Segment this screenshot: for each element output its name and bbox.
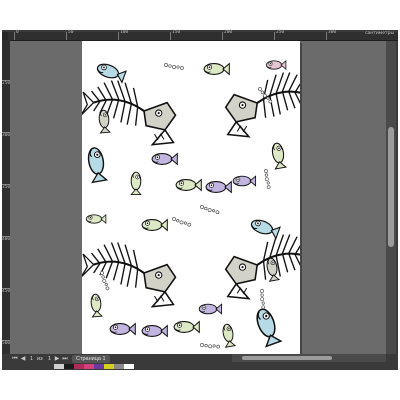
horizontal-scrollbar[interactable] — [232, 354, 386, 362]
ruler-unit-label: сантиметры — [365, 31, 394, 36]
color-swatch[interactable] — [114, 364, 124, 369]
current-page-number: 1 — [30, 356, 34, 362]
ruler-tick — [66, 32, 67, 40]
color-swatch[interactable] — [64, 364, 74, 369]
ruler-number: 450 — [2, 289, 11, 294]
ruler-tick — [222, 32, 223, 40]
grey-fish[interactable] — [97, 109, 111, 134]
ruler-number: 50 — [68, 30, 74, 35]
bubble-chain — [171, 216, 192, 227]
vertical-scrollbar[interactable] — [386, 41, 396, 354]
color-swatch[interactable] — [84, 364, 94, 369]
green-fish[interactable] — [89, 293, 103, 318]
green-fish[interactable] — [221, 323, 236, 348]
color-swatch[interactable] — [74, 364, 84, 369]
green-fish[interactable] — [130, 171, 142, 196]
bubble-chain — [256, 288, 269, 310]
ruler-number: 200 — [224, 30, 233, 35]
ruler-number: 300 — [328, 30, 337, 35]
purple-fish[interactable] — [232, 175, 257, 187]
skeleton-fish[interactable] — [224, 233, 300, 300]
ruler-tick — [170, 32, 171, 40]
bubble-chain — [199, 204, 220, 215]
green-fish[interactable] — [85, 214, 107, 224]
page-tab[interactable]: Страница 1 — [72, 355, 110, 363]
green-fish[interactable] — [175, 179, 202, 191]
ruler-number: 100 — [120, 30, 129, 35]
horizontal-scroll-thumb[interactable] — [242, 356, 332, 360]
page-navigator-bar: ⏮ ◀ 1 из 1 ▶ ⏭ Страница 1 — [2, 354, 232, 364]
ruler-tick — [326, 32, 327, 40]
purple-fish[interactable] — [151, 153, 178, 165]
blue-fish[interactable] — [95, 60, 127, 84]
previous-page-icon[interactable]: ◀ — [20, 355, 26, 363]
bubble-chain — [199, 341, 221, 350]
ruler-number: 150 — [172, 30, 181, 35]
vertical-scroll-thumb[interactable] — [388, 127, 394, 247]
ruler-tick — [118, 32, 119, 40]
pink-fish[interactable] — [265, 60, 287, 70]
next-page-icon[interactable]: ▶ — [54, 355, 60, 363]
bubble-chain — [260, 168, 274, 190]
color-swatch[interactable] — [94, 364, 104, 369]
ruler-number: 400 — [2, 237, 11, 242]
page-of-label: из — [37, 356, 43, 362]
blue-fish[interactable] — [85, 146, 108, 184]
green-fish[interactable] — [173, 321, 200, 333]
skeleton-fish-artwork[interactable] — [82, 41, 300, 354]
ruler-number: 250 — [2, 81, 11, 86]
ruler-number: 500 — [2, 341, 11, 346]
total-pages-number: 1 — [48, 356, 52, 362]
purple-fish[interactable] — [198, 303, 223, 315]
purple-fish[interactable] — [205, 181, 232, 193]
ruler-number: 250 — [276, 30, 285, 35]
color-swatch[interactable] — [54, 364, 64, 369]
color-swatch[interactable] — [104, 364, 114, 369]
green-fish[interactable] — [141, 219, 168, 231]
ruler-tick — [274, 32, 275, 40]
bubble-chain — [96, 270, 113, 291]
color-swatch[interactable] — [124, 364, 134, 369]
ruler-number: 0 — [16, 30, 19, 35]
skeleton-fish[interactable] — [82, 79, 177, 146]
purple-fish[interactable] — [109, 323, 136, 335]
last-page-icon[interactable]: ⏭ — [62, 355, 68, 363]
ruler-number: 300 — [2, 133, 11, 138]
document-page[interactable] — [82, 41, 300, 354]
blue-fish[interactable] — [252, 306, 282, 348]
skeleton-fish[interactable] — [224, 71, 300, 138]
green-fish[interactable] — [203, 63, 230, 75]
document-canvas[interactable] — [10, 41, 386, 354]
ruler-tick — [14, 32, 15, 40]
purple-fish[interactable] — [141, 325, 168, 337]
graphics-editor-window: 0 50 100 150 200 250 300 сантиметры 250 … — [0, 0, 400, 400]
bubble-chain — [164, 63, 184, 70]
green-fish[interactable] — [270, 141, 287, 170]
blue-fish[interactable] — [249, 216, 281, 240]
ruler-number: 350 — [2, 185, 11, 190]
first-page-icon[interactable]: ⏮ — [12, 355, 18, 363]
horizontal-ruler[interactable]: 0 50 100 150 200 250 300 сантиметры — [8, 30, 398, 41]
